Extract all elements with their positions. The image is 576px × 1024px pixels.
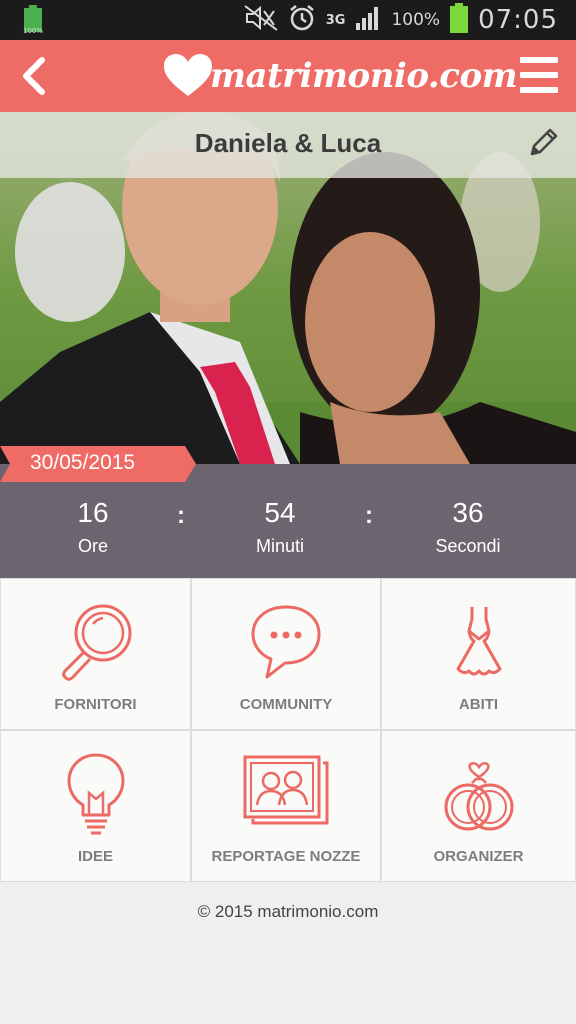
menu-tile-idee[interactable]: IDEE xyxy=(1,731,190,881)
edit-button[interactable] xyxy=(526,126,560,160)
hamburger-icon xyxy=(520,57,558,93)
countdown-separator: : xyxy=(177,502,185,529)
battery-icon xyxy=(450,3,469,37)
lightbulb-icon xyxy=(67,753,124,835)
menu-tile-label: ORGANIZER xyxy=(433,848,524,865)
pencil-icon xyxy=(530,128,558,156)
countdown-hours: 16 Ore xyxy=(23,496,163,557)
menu-grid: FORNITORI COMMUNITY ABITI IDEE REPORTAGE… xyxy=(0,578,576,882)
clock: 07:05 xyxy=(478,5,558,35)
seconds-label: Secondi xyxy=(435,536,501,556)
battery-percent: 100% xyxy=(391,10,441,30)
copyright-text: © 2015 matrimonio.com xyxy=(197,902,379,921)
menu-tile-community[interactable]: COMMUNITY xyxy=(192,579,380,729)
menu-tile-fornitori[interactable]: FORNITORI xyxy=(1,579,190,729)
hours-value: 16 xyxy=(77,497,109,528)
rings-icon xyxy=(444,762,513,831)
logo-text: matrimonio.com xyxy=(210,56,518,96)
top-navbar: matrimonio.com xyxy=(0,40,576,112)
menu-tile-organizer[interactable]: ORGANIZER xyxy=(382,731,575,881)
menu-tile-reportage-nozze[interactable]: REPORTAGE NOZZE xyxy=(192,731,380,881)
hamburger-menu-button[interactable] xyxy=(516,52,562,98)
alarm-icon xyxy=(288,4,316,36)
battery-small-icon: 100% xyxy=(22,5,44,35)
battery-small-label: 100% xyxy=(23,27,43,35)
status-bar: 100% 3G 100% 07:05 xyxy=(0,0,576,40)
chevron-left-icon xyxy=(23,57,45,95)
countdown-seconds: 36 Secondi xyxy=(398,496,538,557)
menu-tile-label: ABITI xyxy=(458,696,499,713)
couple-photo: Daniela & Luca xyxy=(0,112,576,464)
magnifier-icon xyxy=(61,604,131,681)
mute-icon xyxy=(244,5,278,35)
menu-tile-label: FORNITORI xyxy=(54,696,137,713)
menu-tile-label: REPORTAGE NOZZE xyxy=(211,848,361,865)
dress-icon xyxy=(456,607,501,676)
menu-tile-label: COMMUNITY xyxy=(239,696,333,713)
seconds-value: 36 xyxy=(452,497,484,528)
minutes-value: 54 xyxy=(264,497,296,528)
countdown-minutes: 54 Minuti xyxy=(210,496,350,557)
back-button[interactable] xyxy=(14,50,54,102)
network-label: 3G xyxy=(325,12,346,28)
chat-bubble-icon xyxy=(251,605,321,679)
countdown-separator: : xyxy=(365,502,373,529)
menu-tile-abiti[interactable]: ABITI xyxy=(382,579,575,729)
couple-name-bar: Daniela & Luca xyxy=(0,112,576,178)
minutes-label: Minuti xyxy=(255,536,304,556)
footer: © 2015 matrimonio.com xyxy=(0,882,576,1024)
photo-album-icon xyxy=(243,755,329,825)
brand-logo[interactable]: matrimonio.com xyxy=(162,46,518,106)
couple-name: Daniela & Luca xyxy=(194,128,382,158)
menu-tile-label: IDEE xyxy=(77,848,113,865)
hours-label: Ore xyxy=(77,536,108,556)
heart-logo-icon xyxy=(164,54,212,96)
signal-icon xyxy=(355,5,381,35)
wedding-date: 30/05/2015 xyxy=(30,451,136,474)
